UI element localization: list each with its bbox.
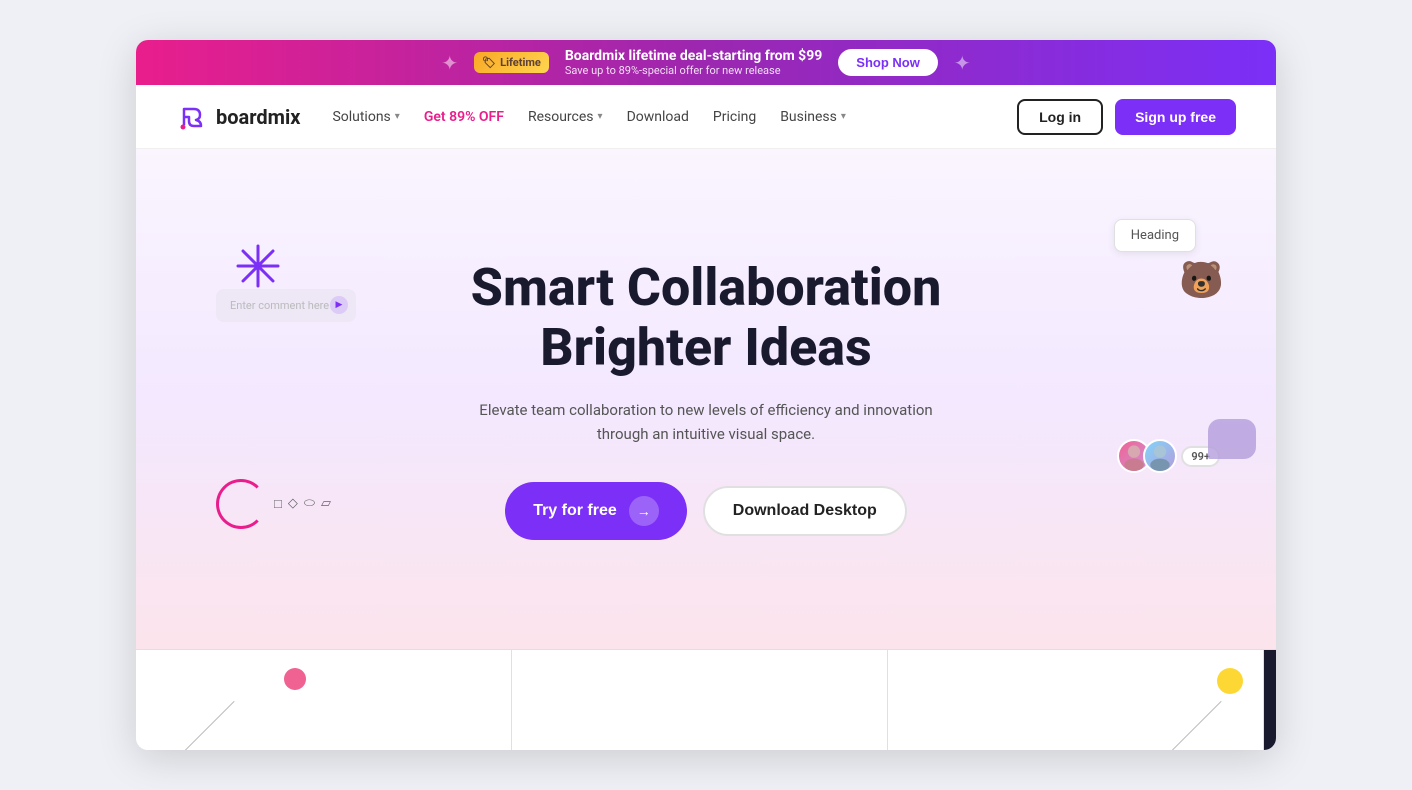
hero-section: Enter comment here ▶ □ ◇ ⬭ ▱ Heading 🐻 — [136, 149, 1276, 649]
preview-col-3 — [888, 650, 1264, 750]
login-button[interactable]: Log in — [1017, 99, 1103, 135]
hero-buttons: Try for free → Download Desktop — [456, 482, 956, 540]
nav-resources[interactable]: Resources ▾ — [528, 109, 603, 125]
shapes-decoration: □ ◇ ⬭ ▱ — [216, 479, 331, 529]
promo-title: Boardmix lifetime deal-starting from $99 — [565, 48, 822, 64]
bear-decoration: 🐻 — [1179, 259, 1224, 301]
shop-now-button[interactable]: Shop Now — [838, 49, 938, 76]
preview-section — [136, 649, 1276, 750]
nav-business[interactable]: Business ▾ — [780, 109, 846, 125]
solutions-chevron-icon: ▾ — [395, 111, 400, 122]
logo-link[interactable]: boardmix — [176, 101, 300, 133]
signup-button[interactable]: Sign up free — [1115, 99, 1236, 135]
browser-frame: ✦ 🏷 Lifetime Boardmix lifetime deal-star… — [136, 40, 1276, 750]
nav-solutions[interactable]: Solutions ▾ — [332, 109, 399, 125]
heading-card-decoration: Heading — [1114, 219, 1196, 252]
asterisk-decoration — [236, 244, 280, 298]
boardmix-logo-icon — [176, 101, 208, 133]
hero-content: Smart Collaboration Brighter Ideas Eleva… — [456, 258, 956, 540]
navbar: boardmix Solutions ▾ Get 89% OFF Resourc… — [136, 85, 1276, 149]
avatar-1 — [1117, 439, 1151, 473]
preview-dot-pink — [284, 668, 306, 690]
nav-pricing[interactable]: Pricing — [713, 109, 756, 125]
preview-col-dark — [1264, 650, 1276, 750]
logo-text: boardmix — [216, 105, 300, 129]
avatars-decoration: 99+ — [1117, 439, 1220, 473]
avatar-2 — [1143, 439, 1177, 473]
comment-send-icon: ▶ — [330, 296, 348, 314]
bubble-decoration — [1208, 419, 1256, 459]
hero-subtitle: Elevate team collaboration to new levels… — [456, 398, 956, 446]
nav-promo[interactable]: Get 89% OFF — [424, 109, 504, 125]
business-chevron-icon: ▾ — [841, 111, 846, 122]
promo-star-left: ✦ — [441, 51, 458, 75]
nav-actions: Log in Sign up free — [1017, 99, 1236, 135]
promo-banner: ✦ 🏷 Lifetime Boardmix lifetime deal-star… — [136, 40, 1276, 85]
preview-col-2 — [512, 650, 888, 750]
try-free-button[interactable]: Try for free → — [505, 482, 687, 540]
hero-title: Smart Collaboration Brighter Ideas — [456, 258, 956, 378]
preview-line-left — [177, 701, 234, 750]
preview-dot-yellow — [1217, 668, 1243, 694]
resources-chevron-icon: ▾ — [598, 111, 603, 122]
preview-line-right — [1164, 701, 1221, 750]
shape-icons: □ ◇ ⬭ ▱ — [274, 496, 331, 512]
download-desktop-button[interactable]: Download Desktop — [703, 486, 907, 536]
nav-download[interactable]: Download — [627, 109, 689, 125]
arrow-icon: → — [629, 496, 659, 526]
comment-decoration: Enter comment here ▶ — [216, 289, 356, 322]
promo-star-right: ✦ — [954, 51, 971, 75]
circle-outline-shape — [216, 479, 266, 529]
lifetime-badge: 🏷 Lifetime — [474, 52, 549, 73]
nav-items: Solutions ▾ Get 89% OFF Resources ▾ Down… — [332, 109, 985, 125]
avatar-count: 99+ — [1181, 446, 1220, 467]
preview-col-1 — [136, 650, 512, 750]
promo-subtitle: Save up to 89%-special offer for new rel… — [565, 64, 781, 77]
promo-lifetime-icon: 🏷 Lifetime — [474, 52, 549, 73]
promo-text-block: Boardmix lifetime deal-starting from $99… — [565, 48, 822, 77]
